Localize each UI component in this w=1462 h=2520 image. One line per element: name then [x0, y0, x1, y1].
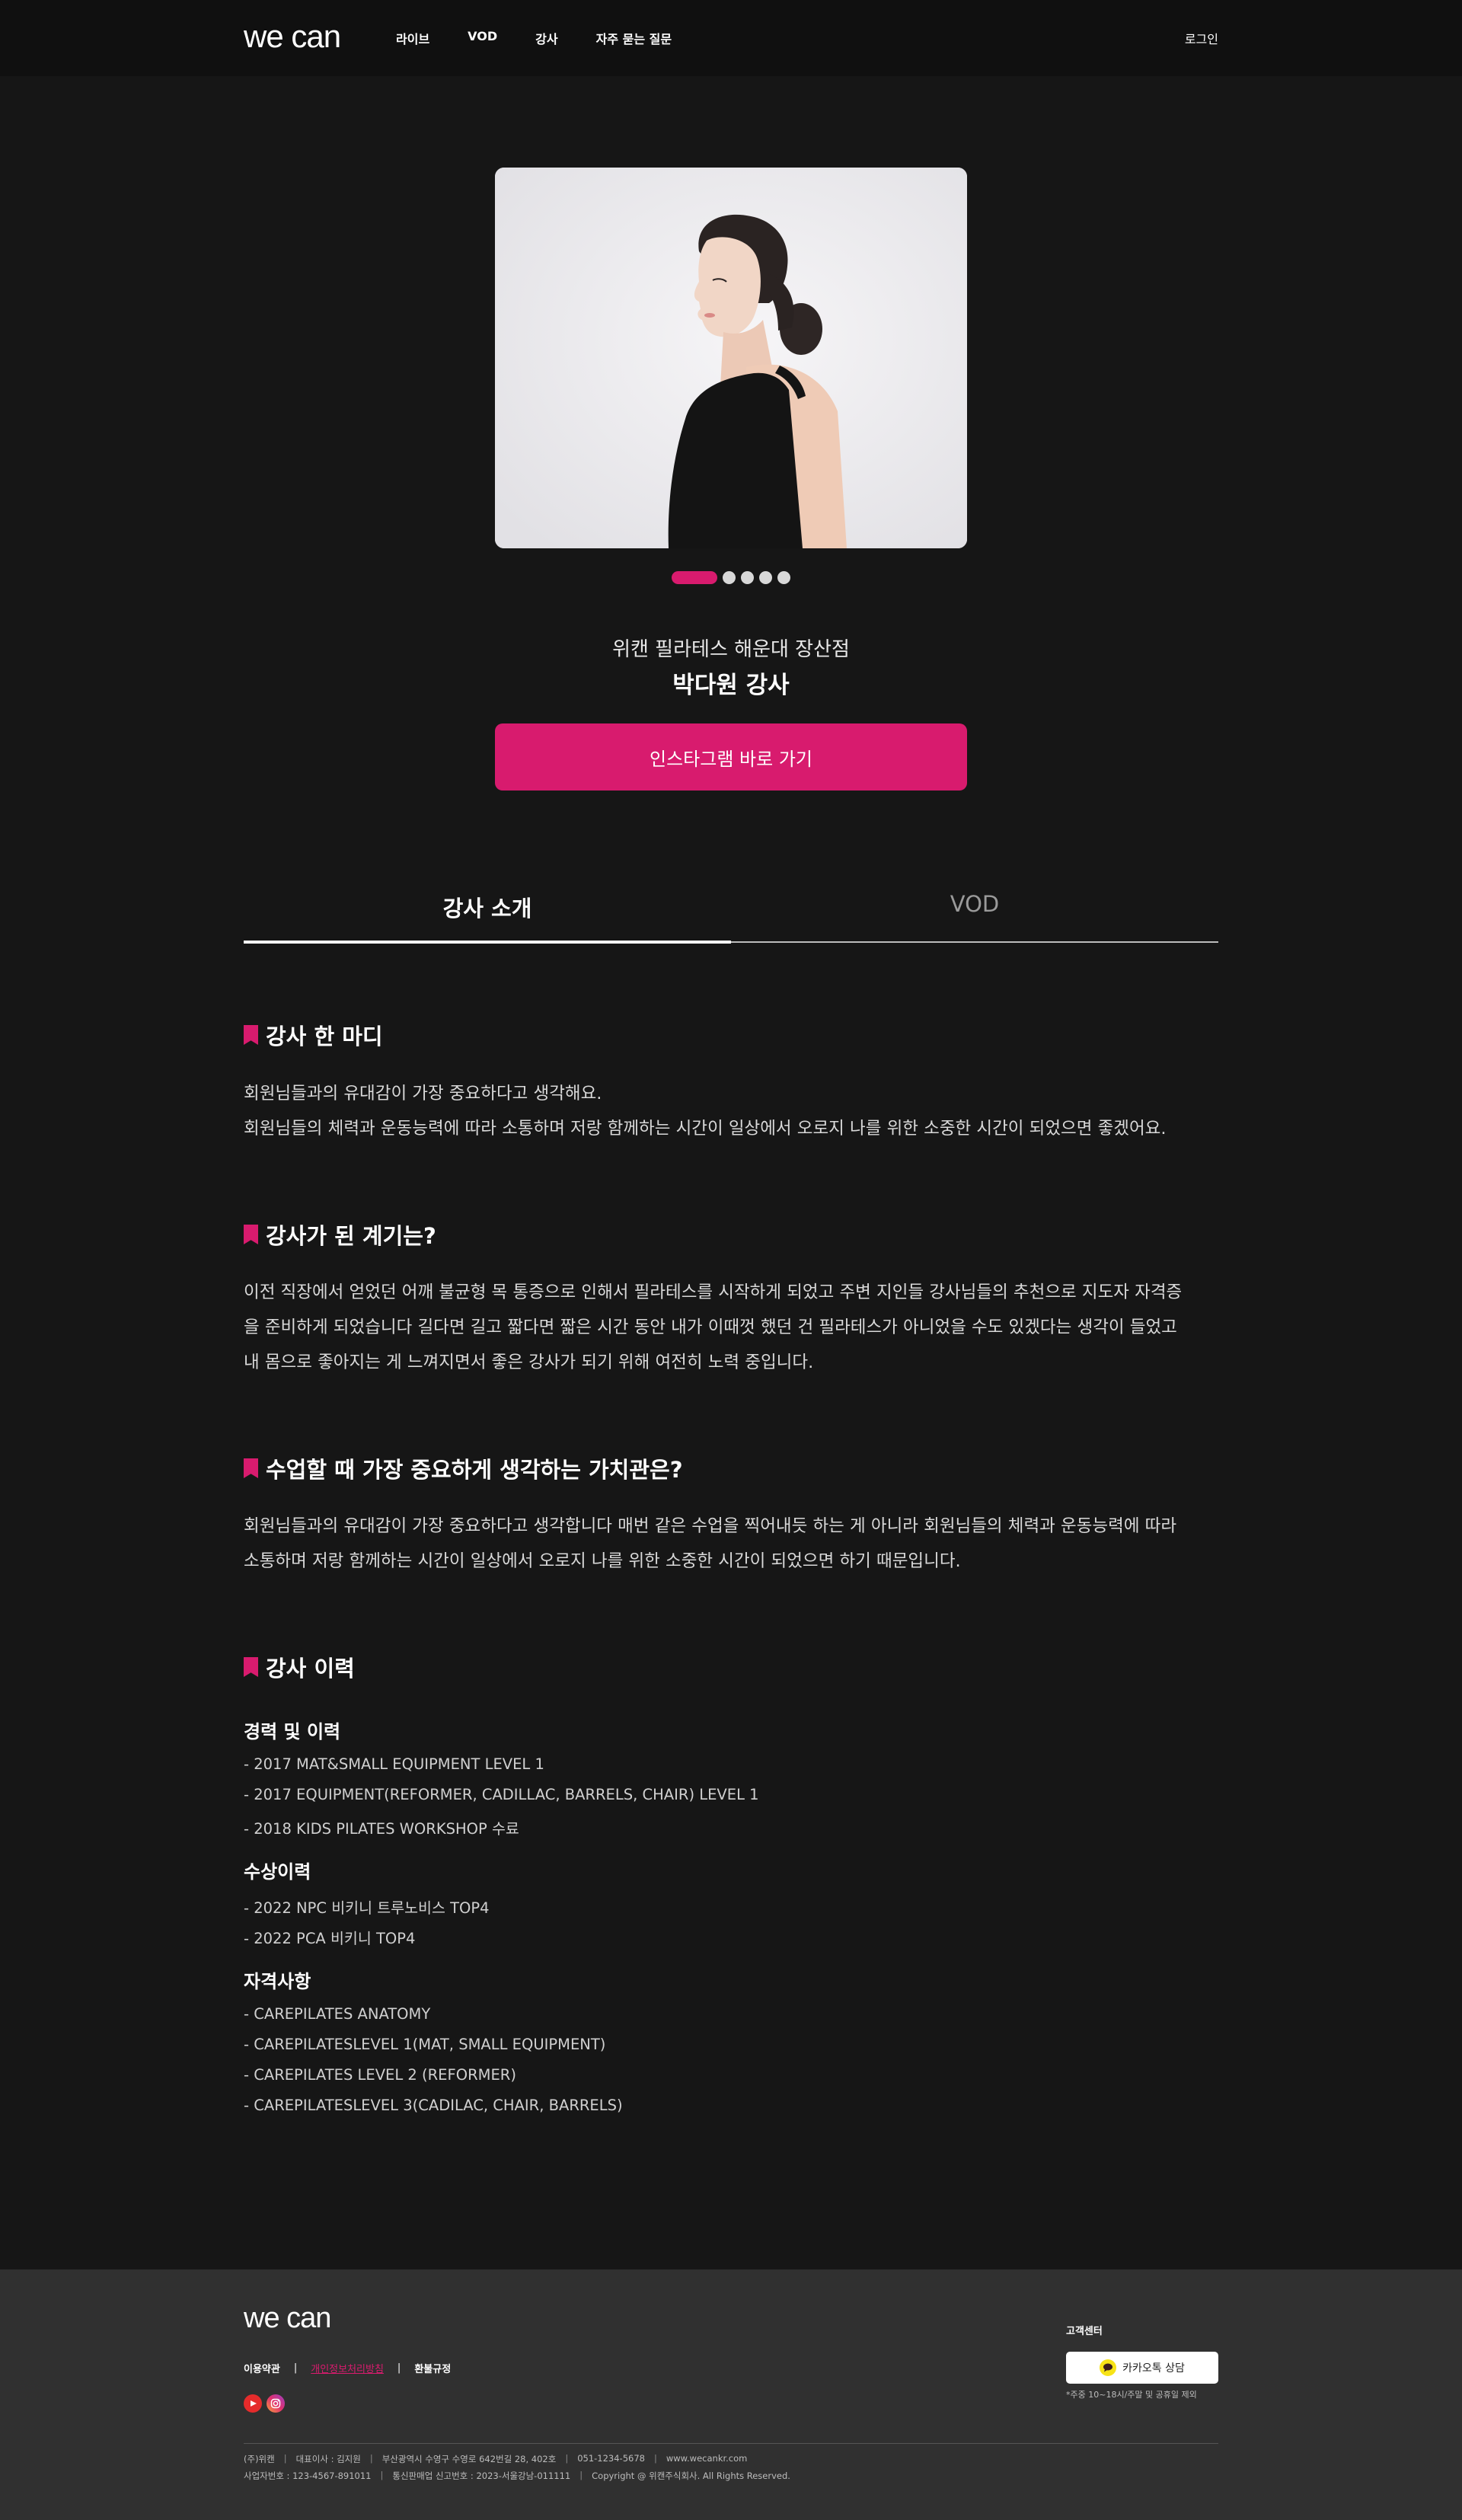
carousel-dot-3[interactable] — [741, 571, 754, 584]
info-divider: | — [369, 2453, 373, 2464]
text-line: 소통하며 저랑 함께하는 시간이 일상에서 오로지 나를 위한 소중한 시간이 … — [244, 1551, 961, 1571]
instagram-button[interactable]: 인스타그램 바로 가기 — [495, 723, 967, 790]
section-title-text: 강사 이력 — [266, 1656, 355, 1682]
company-info-line-1: (주)위캔 | 대표이사 : 김지원 | 부산광역시 수영구 수영로 642번길… — [244, 2453, 747, 2465]
text-line: 회원님들의 체력과 운동능력에 따라 소통하며 저랑 함께하는 시간이 일상에서… — [244, 1119, 1167, 1139]
info-divider: | — [283, 2453, 287, 2464]
wecan-logo[interactable]: we can — [244, 18, 341, 54]
section-title-values: 수업할 때 가장 중요하게 생각하는 가치관은? — [244, 1452, 683, 1484]
footer-divider — [244, 2443, 1218, 2444]
info-divider: | — [380, 2470, 384, 2480]
link-divider: | — [293, 2362, 298, 2374]
tab-vod[interactable]: VOD — [731, 883, 1218, 941]
kakao-consult-button[interactable]: 카카오톡 상담 — [1066, 2352, 1218, 2384]
text-line: 내 몸으로 좋아지는 게 느껴지면서 좋은 강사가 되기 위해 여전히 노력 중… — [244, 1353, 814, 1372]
career-item: - 2017 EQUIPMENT(REFORMER, CADILLAC, BAR… — [244, 1786, 759, 1803]
carousel-dot-5[interactable] — [777, 571, 790, 584]
ecommerce-registration: 통신판매업 신고번호 : 2023-서울강남-011111 — [392, 2470, 571, 2481]
main-nav: 라이브 VOD 강사 자주 묻는 질문 — [396, 29, 672, 47]
career-title: 경력 및 이력 — [244, 1721, 341, 1742]
company-info-line-2: 사업자번호 : 123-4567-891011 | 통신판매업 신고번호 : 2… — [244, 2470, 790, 2482]
bookmark-icon — [244, 1225, 258, 1244]
kakaotalk-icon — [1100, 2359, 1117, 2376]
section-title-motivation: 강사가 된 계기는? — [244, 1218, 436, 1250]
top-header: we can 라이브 VOD 강사 자주 묻는 질문 로그인 — [0, 0, 1462, 76]
info-divider: | — [565, 2453, 569, 2464]
cert-item: - CAREPILATESLEVEL 1(MAT, SMALL EQUIPMEN… — [244, 2036, 606, 2053]
carousel-dot-2[interactable] — [723, 571, 736, 584]
youtube-icon[interactable] — [244, 2394, 262, 2413]
company-website[interactable]: www.wecankr.com — [666, 2453, 748, 2465]
nav-item-instructors[interactable]: 강사 — [535, 29, 557, 47]
instagram-icon[interactable] — [267, 2394, 285, 2413]
carousel-dot-4[interactable] — [759, 571, 772, 584]
cert-item: - CAREPILATES ANATOMY — [244, 2005, 431, 2023]
award-item: - 2022 PCA 비키니 TOP4 — [244, 1930, 416, 1947]
certs-title: 자격사항 — [244, 1971, 311, 1992]
footer-logo[interactable]: we can — [244, 2302, 331, 2334]
studio-name: 위캔 필라테스 해운대 장산점 — [612, 638, 850, 661]
career-item: - 2018 KIDS PILATES WORKSHOP 수료 — [244, 1820, 519, 1838]
nav-item-faq[interactable]: 자주 묻는 질문 — [596, 29, 672, 47]
footer — [0, 2269, 1462, 2520]
awards-title: 수상이력 — [244, 1861, 311, 1883]
customer-center-hours: *주중 10~18시/주말 및 공휴일 제외 — [1066, 2390, 1197, 2400]
ceo-name: 대표이사 : 김지원 — [295, 2454, 361, 2464]
bookmark-icon — [244, 1458, 258, 1478]
text-line: 이전 직장에서 얻었던 어깨 불균형 목 통증으로 인해서 필라테스를 시작하게… — [244, 1282, 1183, 1302]
customer-center-title: 고객센터 — [1066, 2326, 1103, 2337]
privacy-link[interactable]: 개인정보처리방침 — [311, 2361, 384, 2375]
section-title-one-word: 강사 한 마디 — [244, 1019, 383, 1051]
terms-link[interactable]: 이용약관 — [244, 2361, 280, 2375]
company-name: (주)위캔 — [244, 2454, 275, 2464]
link-divider: | — [397, 2362, 401, 2374]
bookmark-icon — [244, 1025, 258, 1045]
info-divider: | — [653, 2453, 657, 2464]
carousel-dot-1[interactable] — [672, 571, 717, 584]
text-line: 회원님들과의 유대감이 가장 중요하다고 생각합니다 매번 같은 수업을 찍어내… — [244, 1516, 1177, 1536]
award-item: - 2022 NPC 비키니 트루노비스 TOP4 — [244, 1899, 490, 1917]
business-number: 사업자번호 : 123-4567-891011 — [244, 2470, 372, 2481]
carousel-indicators — [672, 571, 790, 584]
section-title-text: 강사가 된 계기는? — [266, 1223, 436, 1249]
company-address: 부산광역시 수영구 수영로 642번길 28, 402호 — [381, 2454, 557, 2464]
nav-item-vod[interactable]: VOD — [468, 29, 497, 47]
content-tabs: 강사 소개 VOD — [244, 883, 1218, 944]
social-links — [244, 2394, 285, 2413]
cert-item: - CAREPILATES LEVEL 2 (REFORMER) — [244, 2066, 516, 2084]
footer-links: 이용약관 | 개인정보처리방침 | 환불규정 — [244, 2361, 451, 2375]
nav-item-live[interactable]: 라이브 — [396, 29, 429, 47]
instructor-name: 박다원 강사 — [672, 672, 790, 699]
info-divider: | — [579, 2470, 583, 2480]
company-phone: 051-1234-5678 — [577, 2453, 645, 2464]
instructor-photo — [495, 168, 967, 548]
values-text: 회원님들과의 유대감이 가장 중요하다고 생각합니다 매번 같은 수업을 찍어내… — [244, 1509, 1234, 1579]
login-link[interactable]: 로그인 — [1185, 29, 1218, 47]
tab-introduction[interactable]: 강사 소개 — [244, 883, 731, 944]
kakao-button-label: 카카오톡 상담 — [1122, 2362, 1185, 2375]
section-title-text: 강사 한 마디 — [266, 1024, 383, 1049]
text-line: 회원님들과의 유대감이 가장 중요하다고 생각해요. — [244, 1084, 602, 1103]
section-title-text: 수업할 때 가장 중요하게 생각하는 가치관은? — [266, 1457, 683, 1483]
section-title-history: 강사 이력 — [244, 1651, 355, 1683]
motivation-text: 이전 직장에서 얻었던 어깨 불균형 목 통증으로 인해서 필라테스를 시작하게… — [244, 1275, 1234, 1380]
cert-item: - CAREPILATESLEVEL 3(CADILAC, CHAIR, BAR… — [244, 2097, 623, 2114]
one-word-text: 회원님들과의 유대감이 가장 중요하다고 생각해요. 회원님들의 체력과 운동능… — [244, 1076, 1234, 1146]
copyright: Copyright @ 위캔주식회사. All Rights Reserved. — [592, 2470, 790, 2481]
text-line: 을 준비하게 되었습니다 길다면 길고 짧다면 짧은 시간 동안 내가 이때껏 … — [244, 1317, 1177, 1337]
career-item: - 2017 MAT&SMALL EQUIPMENT LEVEL 1 — [244, 1755, 544, 1773]
refund-link[interactable]: 환불규정 — [414, 2361, 451, 2375]
bookmark-icon — [244, 1657, 258, 1677]
